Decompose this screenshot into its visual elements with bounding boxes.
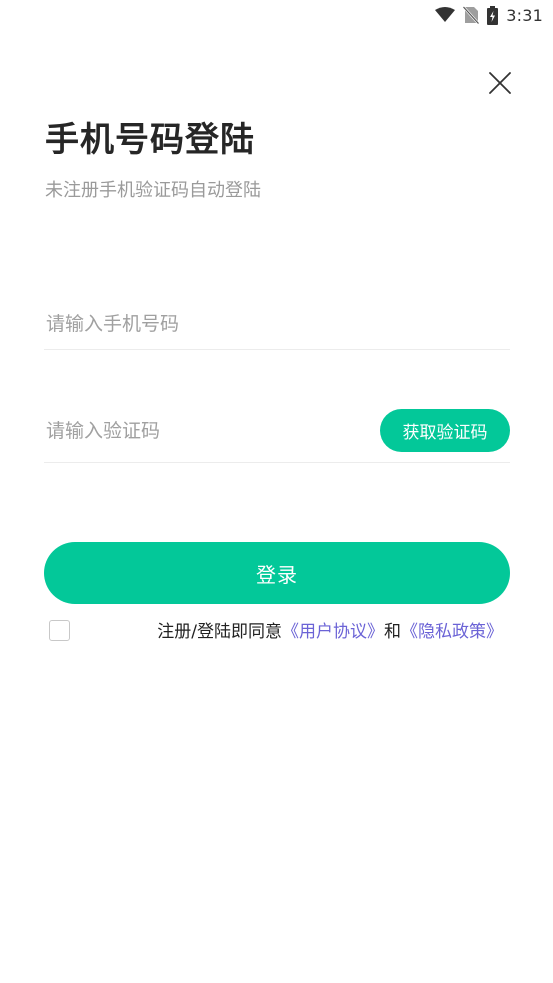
login-screen: 3:31 手机号码登陆 未注册手机验证码自动登陆 获取验证码 登录 注册/登陆即… bbox=[0, 0, 553, 983]
login-button[interactable]: 登录 bbox=[44, 542, 510, 604]
battery-charging-icon bbox=[487, 5, 499, 25]
status-icons: 3:31 bbox=[435, 4, 543, 26]
agreement-conjunction: 和 bbox=[384, 622, 401, 642]
page-subtitle: 未注册手机验证码自动登陆 bbox=[45, 180, 261, 201]
phone-field bbox=[44, 299, 510, 350]
verification-code-input[interactable] bbox=[44, 405, 368, 457]
status-bar: 3:31 bbox=[0, 0, 553, 30]
get-code-button[interactable]: 获取验证码 bbox=[380, 409, 510, 452]
agreement-row: 注册/登陆即同意《用户协议》和《隐私政策》 bbox=[49, 619, 509, 645]
user-agreement-link[interactable]: 《用户协议》 bbox=[282, 622, 384, 642]
phone-input[interactable] bbox=[44, 299, 508, 349]
wifi-icon bbox=[435, 7, 456, 23]
privacy-policy-link[interactable]: 《隐私政策》 bbox=[401, 622, 503, 642]
verification-code-field: 获取验证码 bbox=[44, 405, 510, 463]
status-clock: 3:31 bbox=[506, 5, 543, 25]
close-icon bbox=[489, 72, 511, 94]
agreement-prefix: 注册/登陆即同意 bbox=[157, 622, 282, 642]
no-sim-icon bbox=[463, 6, 480, 24]
close-button[interactable] bbox=[486, 69, 514, 97]
page-title: 手机号码登陆 bbox=[45, 120, 255, 160]
agreement-text: 注册/登陆即同意《用户协议》和《隐私政策》 bbox=[157, 619, 503, 645]
agreement-checkbox[interactable] bbox=[49, 620, 70, 641]
